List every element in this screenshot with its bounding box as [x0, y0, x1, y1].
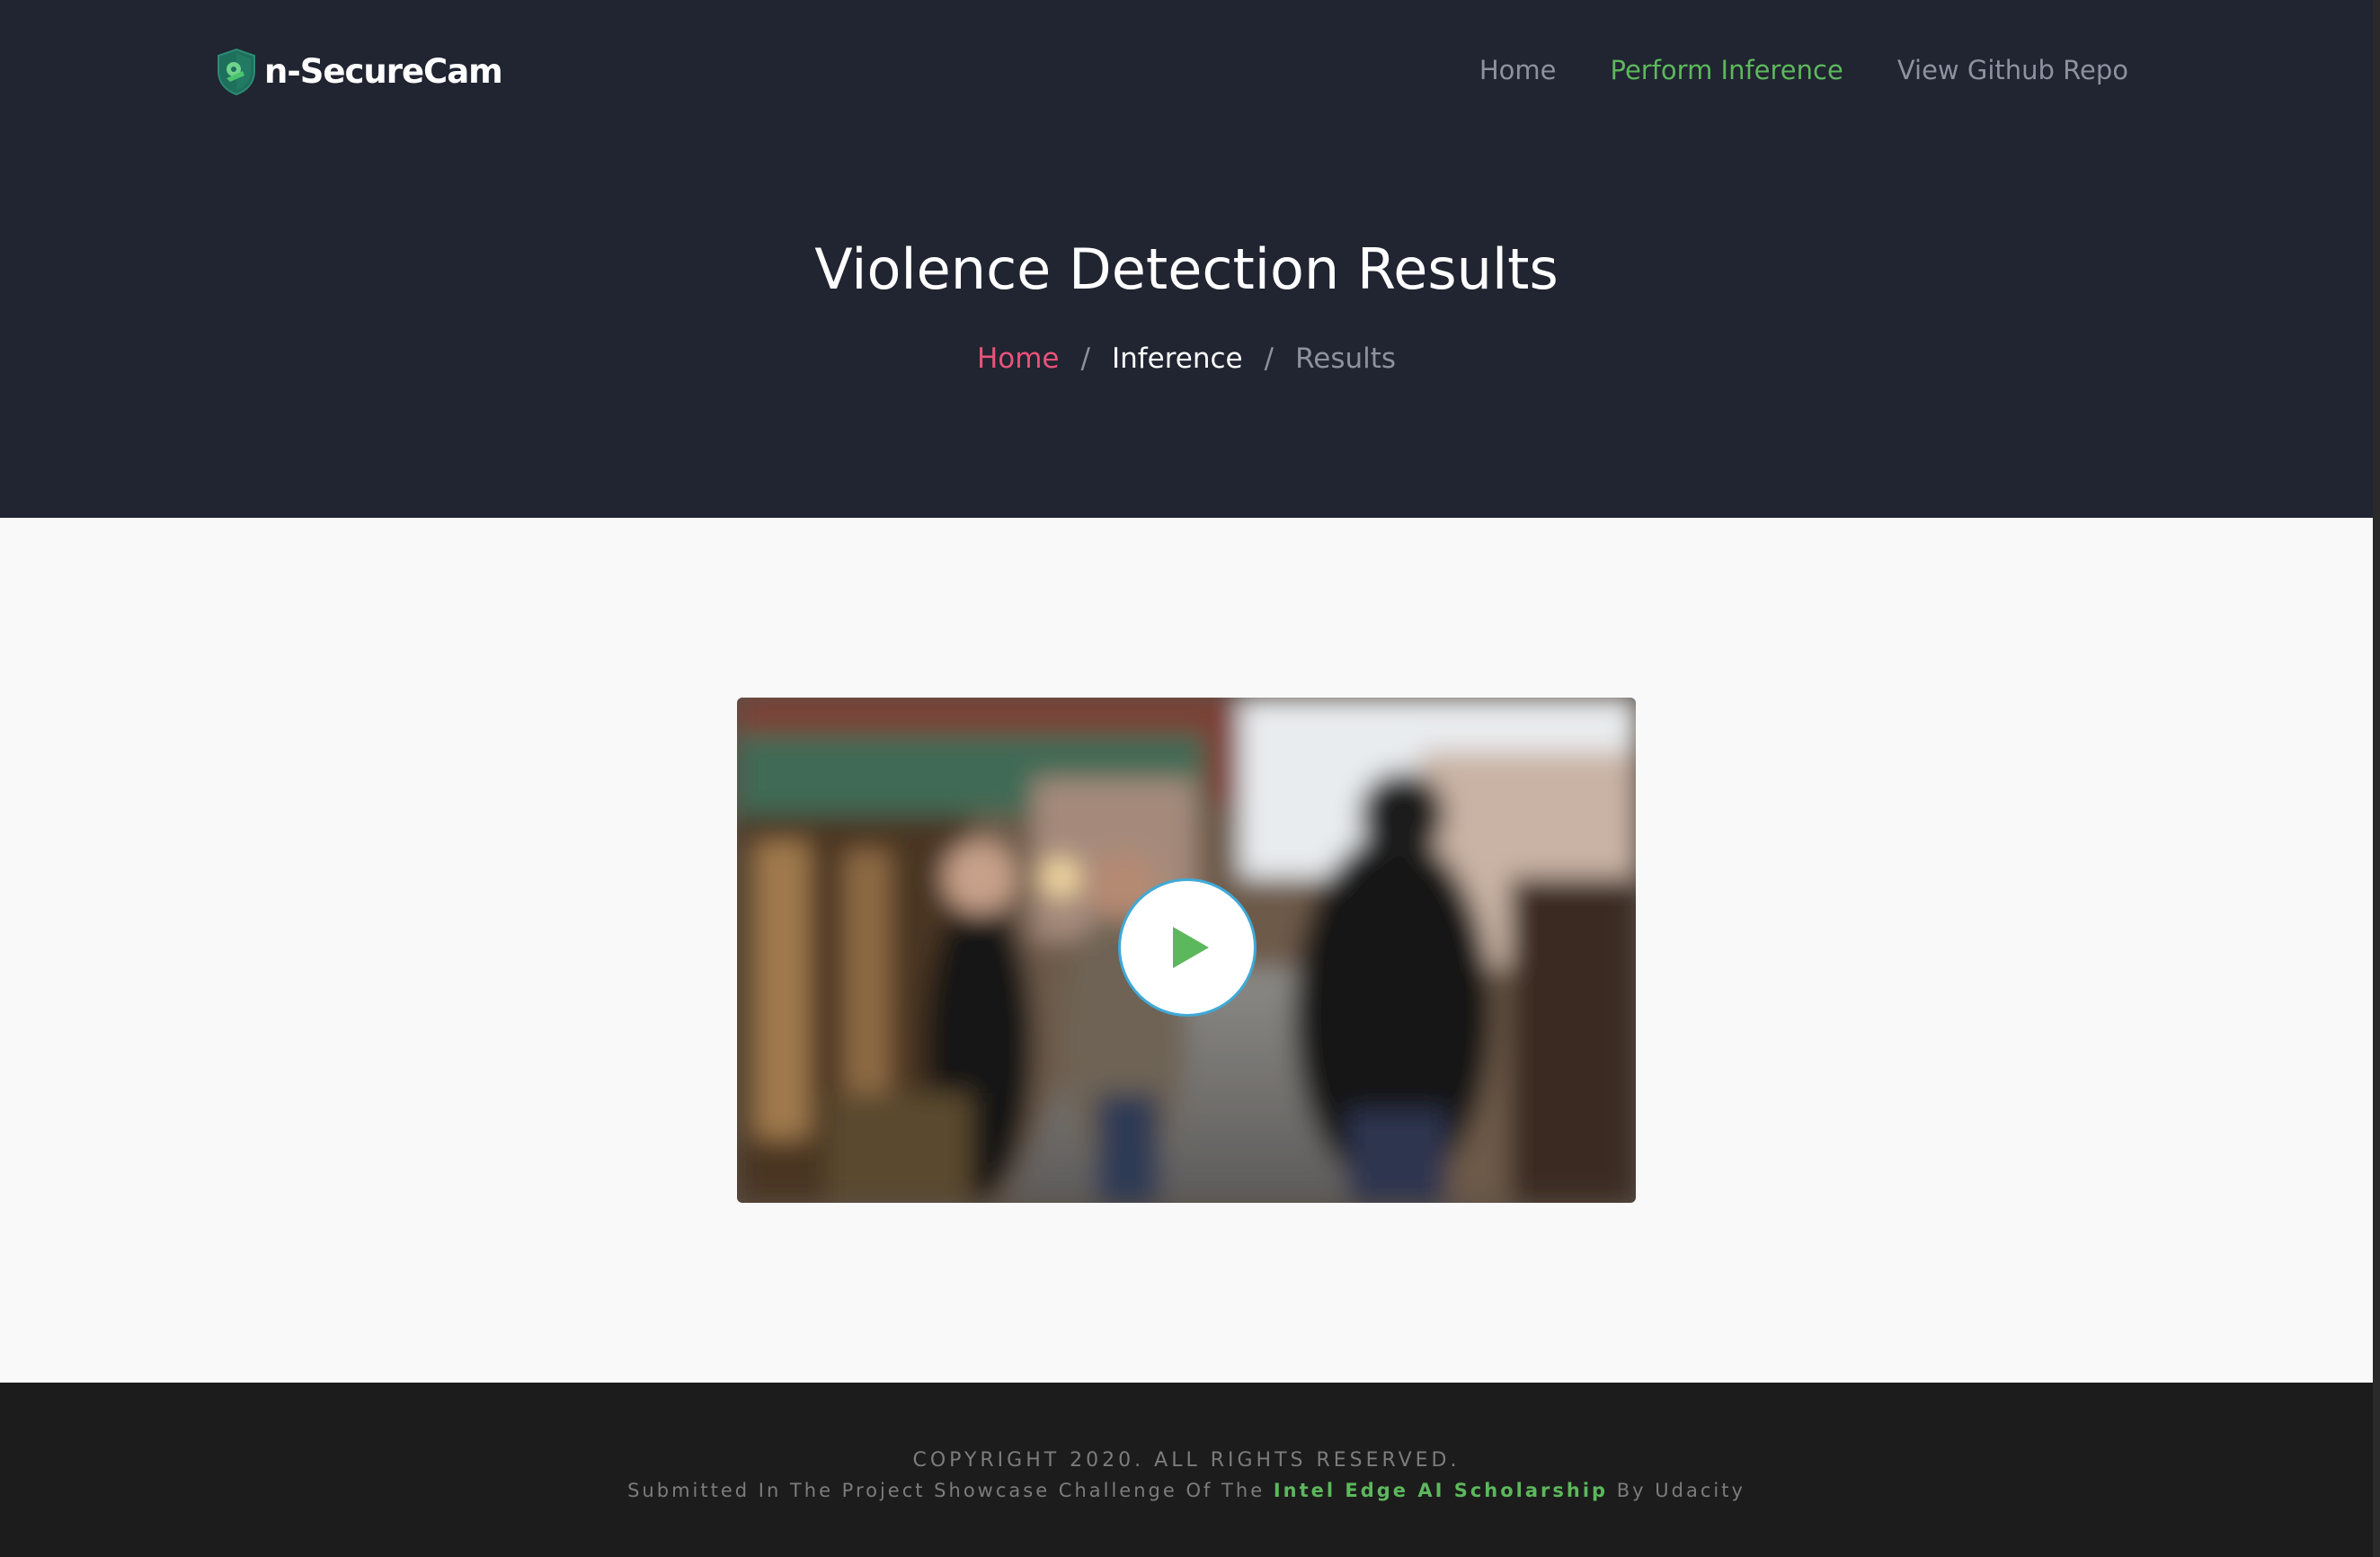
breadcrumb-separator: / — [1080, 343, 1090, 375]
brand-logo[interactable]: n-SecureCam — [216, 47, 503, 97]
nav-item-github-repo[interactable]: View Github Repo — [1897, 47, 2128, 93]
brand-name: n-SecureCam — [264, 52, 503, 91]
page-footer: COPYRIGHT 2020. ALL RIGHTS RESERVED. Sub… — [0, 1383, 2373, 1557]
video-player[interactable] — [737, 698, 1636, 1203]
breadcrumb-separator: / — [1264, 343, 1274, 375]
copyright-text: COPYRIGHT 2020. ALL RIGHTS RESERVED. — [912, 1449, 1461, 1472]
credit-suffix: By Udacity — [1616, 1480, 1745, 1501]
nav-item-home[interactable]: Home — [1479, 47, 1557, 93]
main-nav: Home Perform Inference View Github Repo — [1479, 47, 2128, 93]
nav-item-perform-inference[interactable]: Perform Inference — [1610, 47, 1843, 93]
scholarship-link[interactable]: Intel Edge AI Scholarship — [1274, 1480, 1608, 1501]
play-button[interactable] — [1118, 878, 1257, 1017]
breadcrumb-inference[interactable]: Inference — [1112, 336, 1243, 381]
page-header: n-SecureCam Home Perform Inference View … — [0, 0, 2373, 518]
shield-camera-icon — [218, 48, 255, 96]
breadcrumb-home[interactable]: Home — [977, 336, 1060, 381]
credit-prefix: Submitted In The Project Showcase Challe… — [627, 1480, 1265, 1501]
play-icon — [1173, 927, 1209, 968]
breadcrumb: Home / Inference / Results — [0, 336, 2373, 381]
credit-text: Submitted In The Project Showcase Challe… — [0, 1477, 2373, 1504]
breadcrumb-current: Results — [1295, 343, 1397, 375]
scrollbar[interactable] — [2373, 0, 2380, 1557]
page-title: Violence Detection Results — [814, 236, 1559, 302]
